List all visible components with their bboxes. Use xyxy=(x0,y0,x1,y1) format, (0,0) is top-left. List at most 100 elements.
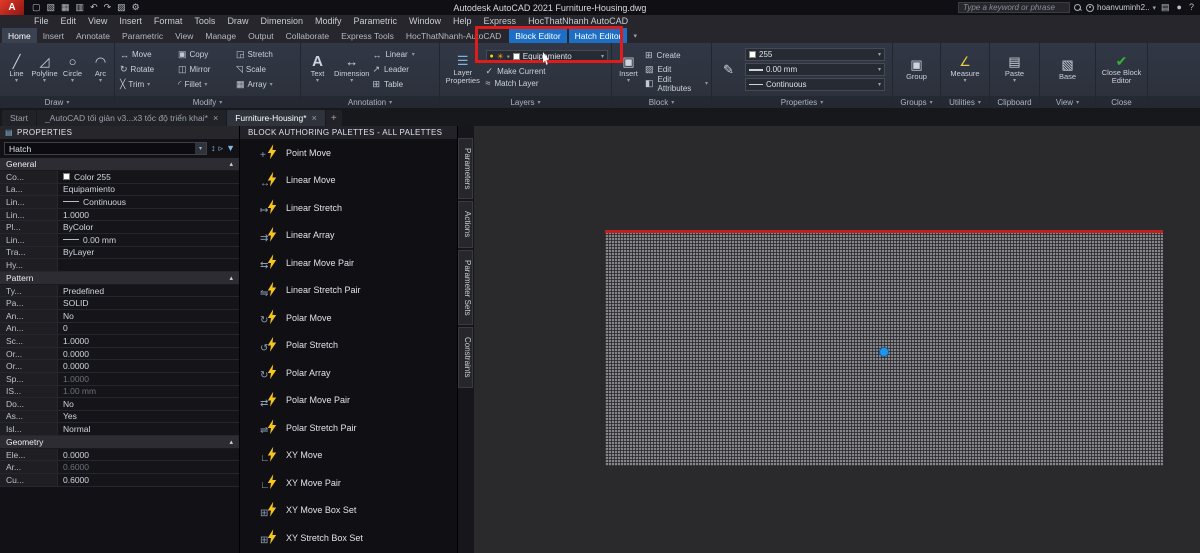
property-value[interactable]: 0.6000 xyxy=(58,474,239,486)
search-input[interactable] xyxy=(958,2,1071,13)
tab-block-editor[interactable]: Block Editor xyxy=(509,28,567,43)
block-authoring-palette-header[interactable]: BLOCK AUTHORING PALETTES - ALL PALETTES xyxy=(240,126,457,139)
polyline-button[interactable]: ◿ Polyline ▾ xyxy=(31,55,58,85)
create-button[interactable]: ⊞ Create xyxy=(645,50,708,62)
insert-button[interactable]: ▣ Insert ▾ xyxy=(615,55,642,85)
layer-dropdown[interactable]: ● ☀ ▪ Equipamiento ▾ xyxy=(485,50,608,63)
trim-button[interactable]: ╳ Trim ▾ xyxy=(118,79,176,90)
linetype-dropdown[interactable]: Continuous ▾ xyxy=(745,78,885,91)
property-value[interactable] xyxy=(58,259,239,271)
property-value[interactable]: Color 255 xyxy=(58,171,239,183)
line-button[interactable]: ╱ Line ▾ xyxy=(3,55,30,85)
open-file-icon[interactable]: ▧ xyxy=(45,0,58,15)
palette-tool-xy-move[interactable]: ∟ XY Move xyxy=(240,442,457,470)
palette-tool-polar-stretch[interactable]: ↺ Polar Stretch xyxy=(240,332,457,360)
panel-label-layers[interactable]: Layers ▾ xyxy=(440,96,611,108)
ribbon-minimize-icon[interactable]: ▾ xyxy=(627,28,643,43)
mirror-button[interactable]: ◫ Mirror xyxy=(176,64,234,75)
user-label[interactable]: hoanvuminh2.. xyxy=(1097,3,1149,12)
property-value[interactable]: 0.6000 xyxy=(58,461,239,474)
tab-hocthatnhanh-autocad[interactable]: HocThatNhanh-AutoCAD xyxy=(400,28,507,43)
move-button[interactable]: ↔ Move xyxy=(118,50,176,60)
tab-manage[interactable]: Manage xyxy=(199,28,242,43)
object-color-dropdown[interactable]: 255 ▾ xyxy=(745,48,885,61)
panel-label-draw[interactable]: Draw ▾ xyxy=(0,96,114,108)
fillet-button[interactable]: ◜ Fillet ▾ xyxy=(176,79,234,90)
linear-button[interactable]: ↔ Linear ▾ xyxy=(372,48,414,61)
search-icon[interactable] xyxy=(1073,3,1083,13)
doc-tab-furniture-housing[interactable]: Furniture-Housing* × xyxy=(227,110,325,126)
property-value[interactable]: Yes xyxy=(58,410,239,423)
object-type-selector[interactable]: Hatch ▾ xyxy=(4,142,208,155)
property-value[interactable]: 1.0000 xyxy=(58,372,239,385)
panel-label-block[interactable]: Block ▾ xyxy=(612,96,711,108)
plot-icon[interactable]: ▨ xyxy=(115,0,128,15)
property-value[interactable]: 1.00 mm xyxy=(58,385,239,398)
make-current-button[interactable]: ✓ Make Current xyxy=(486,65,608,77)
property-value[interactable]: SOLID xyxy=(58,297,239,309)
array-button[interactable]: ▦ Array ▾ xyxy=(234,79,292,90)
property-value[interactable]: 0 xyxy=(58,322,239,335)
new-file-icon[interactable]: ▢ xyxy=(30,0,43,15)
drawing-canvas[interactable] xyxy=(474,126,1200,553)
text-button[interactable]: A Text ▾ xyxy=(304,54,331,84)
section-header-pattern[interactable]: Pattern ▴ xyxy=(0,271,239,285)
palette-tool-xy-move-box-set[interactable]: ⊞ XY Move Box Set xyxy=(240,497,457,525)
panel-label-annotation[interactable]: Annotation ▾ xyxy=(301,96,439,108)
redo-icon[interactable]: ↷ xyxy=(102,0,114,15)
palette-tool-point-move[interactable]: + Point Move xyxy=(240,139,457,167)
doc-tab-start[interactable]: Start xyxy=(2,110,36,126)
user-icon[interactable] xyxy=(1086,3,1095,12)
match-properties-button[interactable]: ✎ xyxy=(715,62,742,77)
undo-icon[interactable]: ↶ xyxy=(88,0,100,15)
palette-tool-linear-stretch-pair[interactable]: ⇋ Linear Stretch Pair xyxy=(240,277,457,305)
grip-handle[interactable] xyxy=(879,347,889,357)
menu-item-window[interactable]: Window xyxy=(403,15,447,28)
palette-tool-polar-move-pair[interactable]: ⇄ Polar Move Pair xyxy=(240,387,457,415)
property-value[interactable]: 0.0000 xyxy=(58,347,239,360)
leader-button[interactable]: ↗ Leader xyxy=(372,63,414,76)
circle-button[interactable]: ○ Circle ▾ xyxy=(59,55,86,85)
app-logo[interactable]: A xyxy=(0,0,24,15)
property-value[interactable]: 0.00 mm xyxy=(58,233,239,246)
doc-tab-autocad-t-i-gi-n-v3-x3-t-c-tri-n-khai[interactable]: _AutoCAD tối giản v3...x3 tốc độ triển k… xyxy=(36,110,227,126)
rotate-button[interactable]: ↻ Rotate xyxy=(118,64,176,75)
property-value[interactable]: ByLayer xyxy=(58,246,239,259)
palette-tool-linear-array[interactable]: ⇉ Linear Array xyxy=(240,222,457,250)
property-value[interactable]: No xyxy=(58,398,239,410)
property-value[interactable]: 0.0000 xyxy=(58,360,239,372)
palette-tool-linear-stretch[interactable]: ↦ Linear Stretch xyxy=(240,194,457,222)
close-block-editor-button[interactable]: ✔ Close Block Editor xyxy=(1099,54,1144,85)
table-button[interactable]: ⊞ Table xyxy=(372,78,414,91)
palette-tool-linear-move-pair[interactable]: ⇆ Linear Move Pair xyxy=(240,249,457,277)
menu-item-parametric[interactable]: Parametric xyxy=(348,15,404,28)
close-tab-icon[interactable]: × xyxy=(312,113,317,123)
palette-tab-constraints[interactable]: Constraints xyxy=(458,327,473,388)
group-button[interactable]: ▣ Group xyxy=(903,58,930,81)
menu-item-edit[interactable]: Edit xyxy=(55,15,83,28)
palette-tool-xy-stretch-box-set[interactable]: ⊞ XY Stretch Box Set xyxy=(240,524,457,552)
property-value[interactable]: 1.0000 xyxy=(58,335,239,347)
base-button[interactable]: ▧ Base xyxy=(1054,58,1081,81)
palette-tool-linear-move[interactable]: ↔ Linear Move xyxy=(240,167,457,195)
quick-select-icon[interactable]: ▼ xyxy=(226,143,235,154)
panel-label-properties[interactable]: Properties ▾ xyxy=(712,96,892,108)
section-header-general[interactable]: General ▴ xyxy=(0,158,239,171)
help-icon[interactable]: ? xyxy=(1187,0,1196,15)
panel-label-groups[interactable]: Groups ▾ xyxy=(893,96,940,108)
chevron-down-icon[interactable]: ▾ xyxy=(1153,4,1157,12)
arc-button[interactable]: ◠ Arc ▾ xyxy=(87,55,114,85)
palette-tool-polar-array[interactable]: ↻ Polar Array xyxy=(240,359,457,387)
property-value[interactable]: No xyxy=(58,309,239,322)
workspace-icon[interactable]: ⚙ xyxy=(130,0,142,15)
bell-icon[interactable]: ● xyxy=(1175,0,1184,15)
panel-label-modify[interactable]: Modify ▾ xyxy=(115,96,300,108)
property-value[interactable]: Predefined xyxy=(58,284,239,297)
menu-item-express[interactable]: Express xyxy=(478,15,523,28)
palette-tool-polar-stretch-pair[interactable]: ⇌ Polar Stretch Pair xyxy=(240,414,457,442)
menu-item-modify[interactable]: Modify xyxy=(309,15,348,28)
panel-label-utilities[interactable]: Utilities ▾ xyxy=(941,96,989,108)
palette-tool-xy-move-pair[interactable]: ∟ XY Move Pair xyxy=(240,469,457,497)
property-value[interactable]: 0.0000 xyxy=(58,448,239,461)
print-icon[interactable]: ▥ xyxy=(74,0,87,15)
